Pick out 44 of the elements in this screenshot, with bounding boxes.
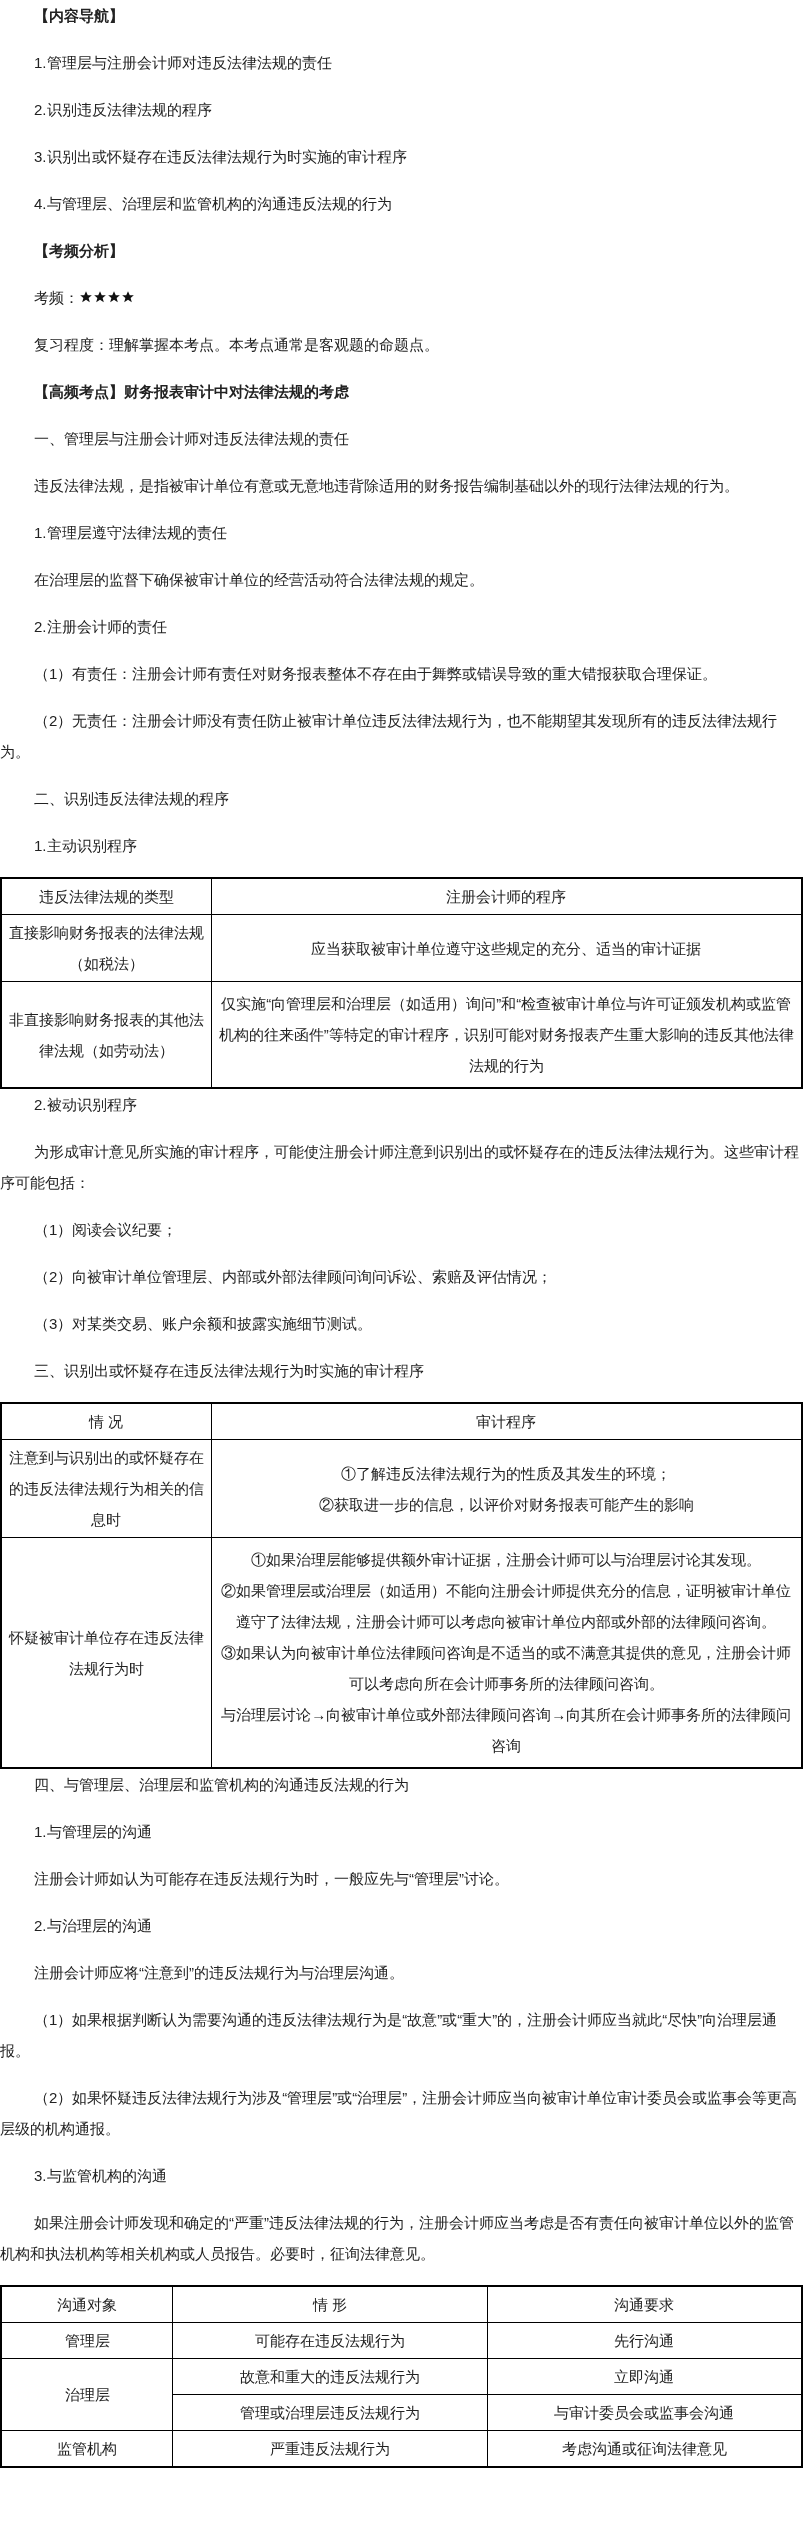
paragraph: 四、与管理层、治理层和监管机构的沟通违反法规的行为: [33, 1775, 410, 1795]
text-line: 1.管理层与注册会计师对违反法律法规的责任: [33, 53, 333, 73]
paragraph: 在治理层的监督下确保被审计单位的经营活动符合法律法规的规定。: [33, 570, 485, 590]
paragraph: 3.与监管机构的沟通: [33, 2166, 168, 2186]
paragraph: 1.管理层遵守法律法规的责任: [33, 523, 228, 543]
paragraph: 2.被动识别程序: [33, 1095, 138, 1115]
paragraph: 注册会计师应将“注意到”的违反法规行为与治理层沟通。: [33, 1963, 405, 1983]
paragraph: 2.与治理层的沟通: [33, 1916, 153, 1936]
text-line: 2.识别违反法律法规的程序: [33, 100, 213, 120]
paragraph: （2）向被审计单位管理层、内部或外部法律顾问询问诉讼、索赔及评估情况；: [33, 1267, 554, 1287]
text-line: 3.识别出或怀疑存在违反法律法规行为时实施的审计程序: [33, 147, 408, 167]
table-cell: 直接影响财务报表的法律法规（如税法）: [1, 914, 211, 982]
table-cell: 可能存在违反法规行为: [172, 2322, 488, 2359]
section-heading: 【内容导航】: [33, 6, 125, 26]
table-cell: 管理层: [1, 2322, 173, 2359]
paragraph: （2）无责任：注册会计师没有责任防止被审计单位违反法律法规行为，也不能期望其发现所有的违反法律法规行为。: [0, 711, 779, 762]
table-cell: 故意和重大的违反法规行为: [172, 2358, 488, 2395]
paragraph: 一、管理层与注册会计师对违反法律法规的责任: [33, 429, 350, 449]
table-header: 情 形: [172, 2286, 488, 2323]
paragraph: 1.与管理层的沟通: [33, 1822, 153, 1842]
paragraph: 1.主动识别程序: [33, 836, 138, 856]
table-header: 沟通对象: [1, 2286, 173, 2323]
table-cell: 管理或治理层违反法规行为: [172, 2394, 488, 2431]
rating-label: 考频：: [34, 288, 79, 308]
section-heading: 【考频分析】: [33, 241, 125, 261]
paragraph: 二、识别违反法律法规的程序: [33, 789, 230, 809]
paragraph: 2.注册会计师的责任: [33, 617, 168, 637]
table-cell: 治理层: [1, 2358, 173, 2431]
paragraph: 三、识别出或怀疑存在违反法律法规行为时实施的审计程序: [33, 1361, 425, 1381]
paragraph: （1）如果根据判断认为需要沟通的违反法律法规行为是“故意”或“重大”的，注册会计师应当就此“尽快”向治理层通报。: [0, 2010, 779, 2061]
table-header: 情 况: [1, 1403, 211, 1440]
table-cell: 注意到与识别出的或怀疑存在的违反法律法规行为相关的信息时: [1, 1439, 211, 1538]
text-line: 4.与管理层、治理层和监管机构的沟通违反法规的行为: [33, 194, 393, 214]
paragraph: 如果注册会计师发现和确定的“严重”违反法律法规的行为，注册会计师应当考虑是否有责任向被审计单位以外的监管机构和执法机构等相关机构或人员报告。必要时，征询法律意见。: [0, 2213, 795, 2264]
paragraph: （2）如果怀疑违反法律法规行为涉及“管理层”或“治理层”，注册会计师应当向被审计单位审计委员会或监事会等更高层级的机构通报。: [0, 2088, 799, 2139]
paragraph: （1）有责任：注册会计师有责任对财务报表整体不存在由于舞弊或错误导致的重大错报获取合理保证。: [33, 664, 719, 684]
paragraph: 违反法律法规，是指被审计单位有意或无意地违背除适用的财务报告编制基础以外的现行法律法规的行为。: [33, 476, 740, 496]
paragraph: 为形成审计意见所实施的审计程序，可能使注册会计师注意到识别出的或怀疑存在的违反法律法规行为。这些审计程序可能包括：: [0, 1142, 800, 1193]
paragraph: 注册会计师如认为可能存在违反法规行为时，一般应先与“管理层”讨论。: [33, 1869, 510, 1889]
text-line: 复习程度：理解掌握本考点。本考点通常是客观题的命题点。: [33, 335, 440, 355]
table-header: 违反法律法规的类型: [1, 878, 211, 915]
section-heading: 【高频考点】财务报表审计中对法律法规的考虑: [33, 382, 350, 402]
paragraph: （1）阅读会议纪要；: [33, 1220, 179, 1240]
paragraph: （3）对某类交易、账户余额和披露实施细节测试。: [33, 1314, 374, 1334]
